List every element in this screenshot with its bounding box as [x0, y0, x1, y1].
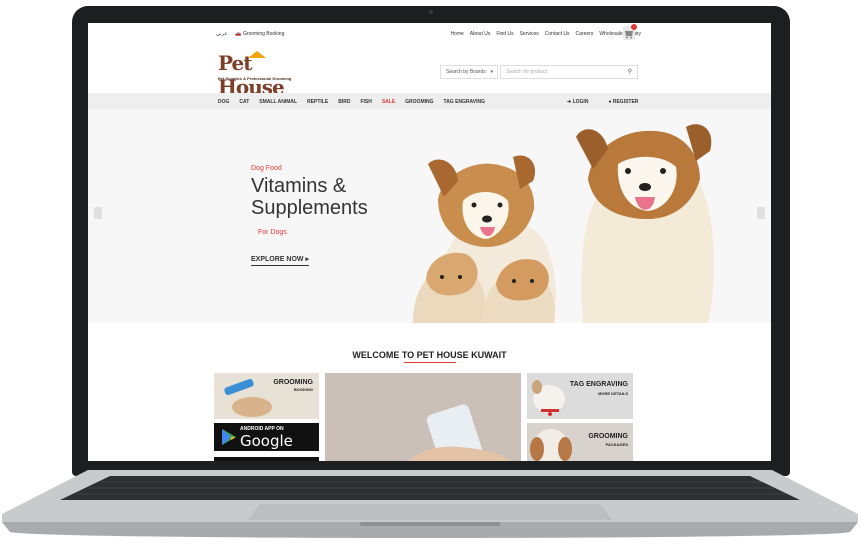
search-icon[interactable]: ⚲	[628, 68, 632, 75]
tag-engraving-tile[interactable]: TAG ENGRAVING MORE DETAILS	[527, 373, 633, 419]
register-link[interactable]: ● REGISTER	[608, 99, 638, 105]
google-play-label: Google play	[240, 432, 293, 451]
welcome-underline	[403, 362, 456, 363]
language-link[interactable]: عربي	[216, 31, 227, 37]
dog-with-tag-image	[527, 373, 633, 419]
nav-careers-link[interactable]: Careers	[576, 31, 594, 37]
nav-grooming[interactable]: GROOMING	[405, 99, 433, 105]
nav-bird[interactable]: BIRD	[338, 99, 350, 105]
logo-roof-icon	[248, 51, 266, 58]
welcome-heading-text: WELCOME TO PET HOUSE KUWAIT	[352, 350, 507, 360]
grooming-booking-title: GROOMING	[273, 379, 313, 386]
google-play-tile[interactable]: ANDROID APP ON Google play	[214, 423, 319, 451]
welcome-heading: WELCOME TO PET HOUSE KUWAIT	[88, 350, 771, 363]
phone-in-hand-image	[325, 373, 521, 461]
brand-select-label: Search by Brands	[446, 69, 486, 75]
tag-engraving-sub: MORE DETAILS	[598, 391, 628, 396]
nav-home-link[interactable]: Home	[450, 31, 463, 37]
main-nav: DOG CAT SMALL ANIMAL REPTILE BIRD FISH S…	[88, 93, 771, 109]
nav-about-link[interactable]: About Us	[470, 31, 491, 37]
car-icon: 🚗	[235, 31, 242, 37]
hero-banner[interactable]: Dog Food Vitamins & Supplements For Dogs…	[88, 109, 771, 323]
chevron-down-icon: ▾	[490, 69, 493, 75]
nav-cat[interactable]: CAT	[239, 99, 249, 105]
grooming-packages-title: GROOMING	[588, 433, 628, 440]
dog-large	[576, 124, 715, 323]
grooming-packages-sub: PACKAGES	[605, 442, 628, 447]
app-phone-tile[interactable]	[325, 373, 521, 461]
nav-reptile[interactable]: REPTILE	[307, 99, 328, 105]
search-placeholder: Search for product	[506, 69, 548, 75]
google-play-icon	[222, 429, 236, 445]
tag-engraving-title: TAG ENGRAVING	[569, 381, 628, 388]
register-label: REGISTER	[612, 99, 639, 105]
cart-count-badge	[631, 24, 637, 30]
brand-select[interactable]: Search by Brands ▾	[440, 65, 498, 79]
cart-button[interactable]	[623, 24, 637, 40]
utility-bar: عربي 🚗 Grooming Booking Home About Us Fi…	[88, 23, 771, 45]
nav-contact-link[interactable]: Contact Us	[545, 31, 570, 37]
grooming-booking-label: Grooming Booking	[242, 31, 285, 37]
nav-sale[interactable]: SALE	[382, 99, 395, 105]
login-label: LOGIN	[572, 99, 589, 105]
browser-screen: عربي 🚗 Grooming Booking Home About Us Fi…	[88, 23, 771, 461]
dogs-hero-image	[413, 124, 715, 323]
nav-fish[interactable]: FISH	[360, 99, 371, 105]
search-input[interactable]: Search for product ⚲	[500, 65, 638, 79]
site-logo[interactable]: Pet House Pet Supplies & Professional Gr…	[218, 51, 313, 99]
grooming-booking-sub: BOOKING	[293, 387, 313, 392]
user-icon: ●	[608, 99, 612, 105]
login-link[interactable]: ➜ LOGIN	[567, 99, 588, 105]
grooming-booking-tile[interactable]: GROOMING BOOKING	[214, 373, 319, 419]
nav-small-animal[interactable]: SMALL ANIMAL	[259, 99, 297, 105]
nav-services-link[interactable]: Services	[520, 31, 539, 37]
app-store-tile[interactable]	[214, 457, 319, 461]
nav-dog[interactable]: DOG	[218, 99, 229, 105]
nav-tag-engraving[interactable]: TAG ENGRAVING	[444, 99, 485, 105]
login-icon: ➜	[567, 99, 572, 105]
laptop-base	[2, 470, 858, 538]
nav-findus-link[interactable]: Find Us	[496, 31, 513, 37]
grooming-booking-link[interactable]: 🚗 Grooming Booking	[235, 31, 284, 37]
webcam	[429, 10, 433, 14]
grooming-packages-tile[interactable]: GROOMING PACKAGES	[527, 423, 633, 461]
logo-wordmark: Pet House	[218, 51, 285, 99]
logo-tagline: Pet Supplies & Professional Grooming	[218, 76, 292, 81]
